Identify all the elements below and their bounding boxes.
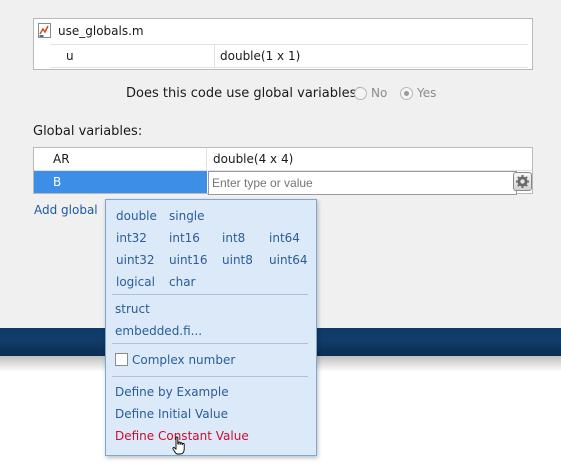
radio-no-label[interactable]: No <box>371 86 387 100</box>
radio-yes-label[interactable]: Yes <box>417 86 436 100</box>
entry-point-table: use_globals.m u double(1 x 1) <box>33 18 533 70</box>
type-int64[interactable]: int64 <box>269 231 300 245</box>
file-name: use_globals.m <box>58 24 144 38</box>
input-variable-type[interactable]: double(1 x 1) <box>220 49 300 63</box>
type-uint16[interactable]: uint16 <box>169 253 208 267</box>
type-int16[interactable]: int16 <box>169 231 200 245</box>
complex-number-checkbox[interactable] <box>115 353 128 366</box>
radio-yes[interactable] <box>400 87 413 100</box>
type-uint8[interactable]: uint8 <box>222 253 253 267</box>
column-divider <box>206 148 207 170</box>
type-uint64[interactable]: uint64 <box>269 253 308 267</box>
global-row-ar[interactable]: AR double(4 x 4) <box>34 148 532 171</box>
type-char[interactable]: char <box>169 275 196 289</box>
global-type[interactable]: double(4 x 4) <box>213 152 293 166</box>
type-logical[interactable]: logical <box>116 275 155 289</box>
hand-pointer-icon <box>171 436 187 459</box>
input-variable-name: u <box>66 49 74 63</box>
define-by-example[interactable]: Define by Example <box>115 385 229 399</box>
type-single[interactable]: single <box>169 209 205 223</box>
type-value-input[interactable] <box>208 171 517 195</box>
file-row[interactable]: use_globals.m <box>34 19 532 43</box>
gear-icon <box>516 175 529 188</box>
menu-divider <box>112 343 308 344</box>
global-variables-heading: Global variables: <box>33 124 143 139</box>
type-int8[interactable]: int8 <box>222 231 245 245</box>
type-dropdown-menu: double single int32 int16 int8 int64 uin… <box>105 199 317 456</box>
type-uint32[interactable]: uint32 <box>116 253 155 267</box>
menu-divider <box>112 294 308 295</box>
global-variables-question: Does this code use global variables? <box>126 86 364 101</box>
global-row-b-selected[interactable]: B <box>34 171 207 193</box>
input-variable-row[interactable]: u double(1 x 1) <box>50 44 528 68</box>
add-global-link[interactable]: Add global <box>34 203 98 217</box>
radio-no[interactable] <box>354 87 367 100</box>
complex-number-label[interactable]: Complex number <box>132 353 235 367</box>
type-int32[interactable]: int32 <box>116 231 147 245</box>
menu-divider <box>112 376 308 377</box>
type-options-button[interactable] <box>513 172 532 191</box>
global-variables-table: AR double(4 x 4) B <box>33 147 533 195</box>
type-embedded-fi[interactable]: embedded.fi... <box>115 324 202 338</box>
global-name[interactable]: B <box>53 175 61 189</box>
type-struct[interactable]: struct <box>115 302 150 316</box>
global-name[interactable]: AR <box>53 152 70 166</box>
column-divider <box>214 45 215 67</box>
define-initial-value[interactable]: Define Initial Value <box>115 407 228 421</box>
matlab-file-icon <box>38 23 51 38</box>
type-double[interactable]: double <box>116 209 157 223</box>
